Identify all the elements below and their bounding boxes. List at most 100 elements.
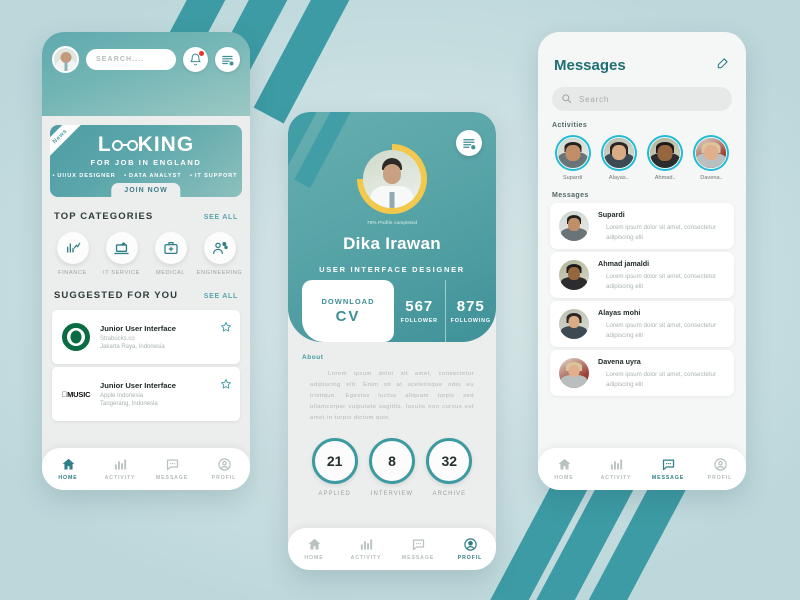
counter-label: APPLIED — [318, 490, 351, 497]
activity-name: Alayas.. — [608, 175, 629, 181]
apple-music-logo: MUSIC — [62, 389, 91, 399]
list-item[interactable]: Davena uyra Lorem ipsum dolor sit amet, … — [550, 350, 734, 396]
banner-subtitle: FOR JOB IN ENGLAND — [90, 158, 202, 167]
job-list: Junior User Interface Strabucks.co Jakar… — [42, 310, 250, 421]
avatar — [559, 358, 589, 388]
profile-photo[interactable] — [363, 150, 421, 208]
tab-label: ACTIVITY — [350, 555, 382, 561]
list-item[interactable]: Alayas mohi Lorem ipsum dolor sit amet, … — [550, 301, 734, 347]
counter-value: 32 — [426, 437, 473, 484]
avatar — [554, 135, 591, 171]
join-now-button[interactable]: JOIN NOW — [111, 183, 181, 197]
stat-label: FOLLOWER — [400, 318, 438, 324]
tab-label: MESSAGE — [651, 475, 685, 481]
stat-follower[interactable]: 567 FOLLOWER — [394, 280, 445, 342]
category-list: FINANCE IT SERVICE MEDICAL ENGINEERING — [42, 232, 250, 276]
profile-completion-text: 75% Profile completed — [366, 220, 418, 225]
profile-actions-row: DOWNLOAD CV 567 FOLLOWER 875 FOLLOWING — [288, 280, 496, 342]
see-all-categories-link[interactable]: SEE ALL — [204, 214, 238, 221]
banner-title-prefix: L — [97, 133, 112, 156]
activities-list: Supardi Alayas.. Ahmad.. Davena.. — [538, 129, 746, 181]
tab-message[interactable]: MESSAGE — [392, 537, 444, 561]
banner-title-suffix: KING — [137, 133, 195, 156]
counter-value: 8 — [368, 437, 415, 484]
messages-body: Messages Search Activities Supardi Alaya… — [538, 32, 746, 490]
download-cv-button[interactable]: DOWNLOAD CV — [302, 280, 394, 342]
search-placeholder: Search — [579, 94, 610, 104]
tab-label: PROFIL — [211, 475, 237, 481]
stat-following[interactable]: 875 FOLLOWING — [444, 280, 497, 342]
profile-header-card: 75% Profile completed Dika Irawan USER I… — [288, 112, 496, 342]
tab-message[interactable]: MESSAGE — [642, 457, 694, 481]
tab-home[interactable]: HOME — [538, 457, 590, 481]
tab-profil[interactable]: PROFIL — [444, 537, 496, 561]
category-item-engineering[interactable]: ENGINEERING — [197, 232, 243, 276]
category-item-medical[interactable]: MEDICAL — [148, 232, 194, 276]
thread-preview: Lorem ipsum dolor sit amet, consectetur … — [606, 224, 717, 241]
search-input[interactable]: SEARCH.... — [86, 49, 176, 70]
star-icon[interactable] — [220, 320, 232, 338]
category-label: FINANCE — [58, 270, 87, 276]
list-settings-icon[interactable] — [456, 130, 482, 156]
list-item[interactable]: Ahmad.. — [645, 135, 686, 181]
tab-profil[interactable]: PROFIL — [198, 457, 250, 481]
section-title: TOP CATEGORIES — [54, 211, 154, 222]
tab-activity[interactable]: ACTIVITY — [94, 457, 146, 481]
stat-label: FOLLOWING — [450, 318, 491, 324]
counter-interview[interactable]: 8 INTERVIEW — [368, 437, 415, 497]
counter-archive[interactable]: 32 ARCHIVE — [426, 437, 473, 497]
list-item[interactable]: Ahmad jamaldi Lorem ipsum dolor sit amet… — [550, 252, 734, 298]
tab-activity[interactable]: ACTIVITY — [590, 457, 642, 481]
list-settings-icon[interactable] — [215, 47, 240, 72]
tab-label: MESSAGE — [155, 475, 189, 481]
avatar — [600, 135, 637, 171]
job-company: Apple Indonesia — [100, 393, 144, 400]
chart-growth-icon — [56, 232, 89, 264]
thread-preview: Lorem ipsum dolor sit amet, consectetur … — [606, 322, 717, 339]
section-title: SUGGESTED FOR YOU — [54, 290, 179, 301]
about-text: Lorem ipsum dolor sit amet, consectetur … — [310, 371, 474, 421]
tab-label: HOME — [304, 555, 324, 561]
list-item[interactable]: Davena.. — [691, 135, 732, 181]
compose-edit-icon[interactable] — [716, 56, 730, 75]
tab-activity[interactable]: ACTIVITY — [340, 537, 392, 561]
tab-home[interactable]: HOME — [288, 537, 340, 561]
category-item-it-service[interactable]: IT SERVICE — [99, 232, 145, 276]
avatar[interactable] — [52, 46, 79, 73]
message-thread-list: Supardi Lorem ipsum dolor sit amet, cons… — [538, 199, 746, 396]
tab-message[interactable]: MESSAGE — [146, 457, 198, 481]
banner-title: L KING — [50, 134, 242, 155]
thread-text: Supardi Lorem ipsum dolor sit amet, cons… — [598, 210, 725, 242]
job-info: Junior User Interface Apple Indonesia Ta… — [100, 381, 176, 407]
bell-icon[interactable] — [183, 47, 208, 72]
category-item-finance[interactable]: FINANCE — [50, 232, 96, 276]
tab-profil[interactable]: PROFIL — [694, 457, 746, 481]
counter-value: 21 — [311, 437, 358, 484]
search-input[interactable]: Search — [552, 87, 732, 111]
thread-text: Alayas mohi Lorem ipsum dolor sit amet, … — [598, 308, 725, 340]
counter-label: ARCHIVE — [432, 490, 467, 497]
home-topbar: SEARCH.... — [52, 46, 240, 73]
avatar — [559, 211, 589, 241]
looking-banner[interactable]: News L KING FOR JOB IN ENGLAND • UI/UX DES… — [50, 125, 242, 197]
tab-label: PROFIL — [707, 475, 733, 481]
thread-name: Davena uyra — [598, 357, 641, 367]
profile-completion-ring — [357, 144, 427, 214]
banner-tag: • IT SUPPORT — [190, 173, 238, 179]
counter-applied[interactable]: 21 APPLIED — [311, 437, 358, 497]
tab-label: PROFIL — [457, 555, 483, 561]
notification-badge — [199, 51, 204, 56]
tab-home[interactable]: HOME — [42, 457, 94, 481]
list-item[interactable]: MUSIC Junior User Interface Apple Indon… — [52, 367, 240, 421]
tab-label: ACTIVITY — [104, 475, 136, 481]
list-item[interactable]: Supardi — [552, 135, 593, 181]
thread-name: Alayas mohi — [598, 308, 641, 318]
avatar — [559, 309, 589, 339]
messages-screen: Messages Search Activities Supardi Alaya… — [538, 32, 746, 490]
list-item[interactable]: Junior User Interface Strabucks.co Jakar… — [52, 310, 240, 364]
list-item[interactable]: Alayas.. — [598, 135, 639, 181]
see-all-suggested-link[interactable]: SEE ALL — [204, 293, 238, 300]
tab-label: MESSAGE — [401, 555, 435, 561]
star-icon[interactable] — [220, 377, 232, 395]
list-item[interactable]: Supardi Lorem ipsum dolor sit amet, cons… — [550, 203, 734, 249]
